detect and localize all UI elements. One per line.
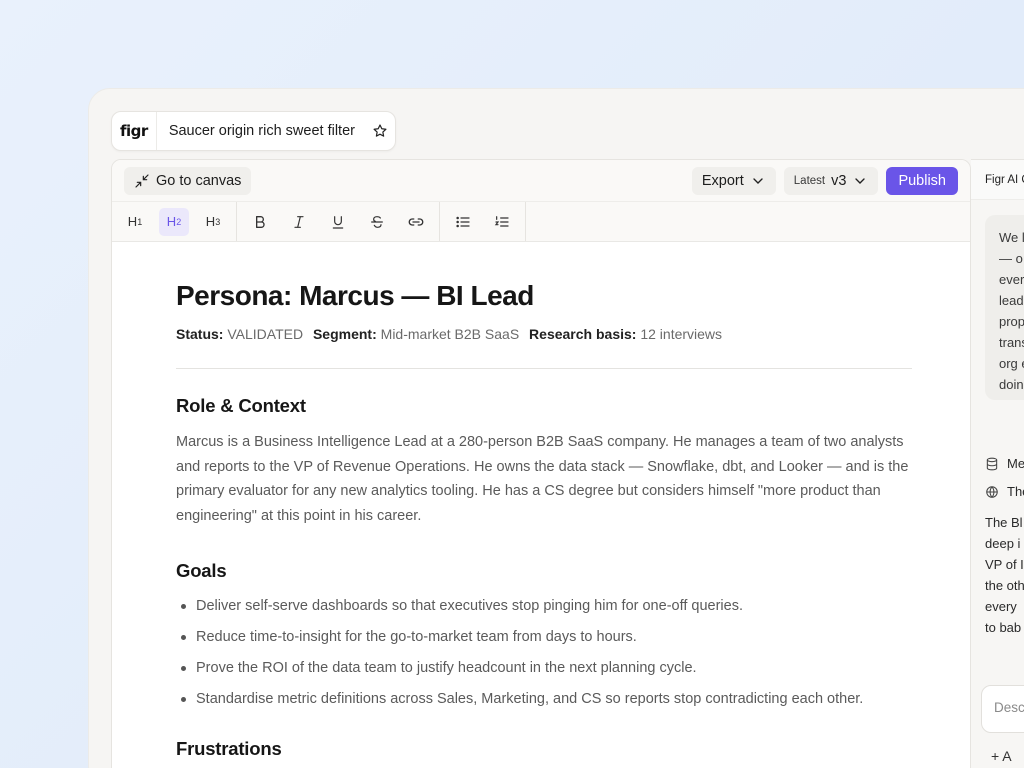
- numbered-list-icon[interactable]: [487, 208, 517, 236]
- frustrations-heading[interactable]: Frustrations: [176, 738, 912, 760]
- research-basis-value: 12 interviews: [640, 326, 723, 342]
- goals-heading[interactable]: Goals: [176, 560, 912, 582]
- document-body: Persona: Marcus — BI Lead Status: VALIDA…: [176, 280, 912, 760]
- editor-panel: Go to canvas Export Latest v3 Publish H1…: [111, 159, 971, 768]
- response-line: to bab: [985, 620, 1022, 635]
- underline-icon[interactable]: [323, 208, 353, 236]
- response-line: VP of I: [985, 557, 1024, 572]
- goals-list: Deliver self-serve dashboards so that ex…: [176, 596, 912, 709]
- formatting-toolbar: H1 H2 H3: [112, 202, 970, 242]
- export-label: Export: [701, 172, 744, 189]
- message-line: ever: [999, 272, 1024, 287]
- message-line: We l: [999, 230, 1024, 245]
- source-row[interactable]: Me: [985, 456, 1024, 471]
- response-line: the oth: [985, 578, 1024, 593]
- list-group: [440, 202, 526, 241]
- heading-3-button[interactable]: H3: [198, 208, 228, 236]
- ai-panel-title: Figr AI C: [971, 160, 1024, 200]
- segment-value: Mid-market B2B SaaS: [380, 326, 520, 342]
- publish-button[interactable]: Publish: [886, 166, 958, 195]
- database-icon: [986, 457, 998, 470]
- divider: [176, 368, 912, 369]
- heading-2-button[interactable]: H2: [159, 207, 189, 236]
- star-icon[interactable]: [365, 112, 395, 150]
- response-line: every: [985, 599, 1017, 614]
- response-line: deep i: [985, 536, 1021, 551]
- list-item[interactable]: Deliver self-serve dashboards so that ex…: [176, 596, 912, 616]
- list-item[interactable]: Standardise metric definitions across Sa…: [176, 689, 912, 709]
- list-item[interactable]: Prove the ROI of the data team to justif…: [176, 658, 912, 678]
- editor-topbar: Go to canvas Export Latest v3 Publish: [112, 160, 970, 202]
- document-title-bar: figr Saucer origin rich sweet filter: [111, 111, 396, 151]
- message-line: doin: [999, 377, 1024, 392]
- figr-logo[interactable]: figr: [112, 112, 157, 150]
- ai-prompt-input[interactable]: Desc: [981, 685, 1024, 733]
- italic-icon[interactable]: [284, 208, 314, 236]
- strikethrough-icon[interactable]: [362, 208, 392, 236]
- collapse-arrows-icon: [135, 173, 149, 188]
- link-icon[interactable]: [401, 208, 431, 236]
- bullet-list-icon[interactable]: [448, 208, 478, 236]
- research-basis-label: Research basis:: [529, 326, 637, 342]
- ai-response: The Bl deep i VP of I the oth every to b…: [985, 512, 1024, 638]
- heading-1-button[interactable]: H1: [120, 208, 150, 236]
- response-line: The Bl: [985, 515, 1023, 530]
- role-heading[interactable]: Role & Context: [176, 395, 912, 417]
- version-label: v3: [831, 172, 847, 189]
- thinking-row[interactable]: The: [985, 484, 1024, 499]
- page-title[interactable]: Persona: Marcus — BI Lead: [176, 280, 912, 312]
- latest-tag: Latest: [793, 174, 826, 187]
- heading-group: H1 H2 H3: [112, 202, 237, 241]
- message-line: prop: [999, 314, 1024, 329]
- chevron-down-icon: [753, 177, 763, 184]
- list-item[interactable]: Reduce time-to-insight for the go-to-mar…: [176, 627, 912, 647]
- segment-label: Segment:: [312, 326, 377, 342]
- source-label: Me: [1007, 456, 1024, 471]
- version-selector[interactable]: Latest v3: [783, 166, 879, 195]
- chevron-down-icon: [855, 177, 866, 184]
- message-line: org e: [999, 356, 1024, 371]
- thinking-label: The: [1007, 484, 1024, 499]
- message-line: lead: [999, 293, 1024, 308]
- message-line: — o: [999, 251, 1023, 266]
- message-line: trans: [999, 335, 1024, 350]
- persona-meta: Status: VALIDATED Segment: Mid-market B2…: [176, 326, 912, 342]
- status-value: VALIDATED: [227, 326, 304, 342]
- go-to-canvas-label: Go to canvas: [156, 172, 242, 189]
- ai-assistant-panel: Figr AI C We l — o ever lead prop trans …: [971, 159, 1024, 768]
- bold-icon[interactable]: [245, 208, 275, 236]
- export-button[interactable]: Export: [691, 166, 776, 195]
- go-to-canvas-button[interactable]: Go to canvas: [124, 166, 252, 195]
- status-label: Status:: [176, 326, 224, 342]
- document-title[interactable]: Saucer origin rich sweet filter: [157, 123, 365, 139]
- add-attachment-button[interactable]: + A: [991, 748, 1012, 764]
- globe-icon: [986, 485, 998, 498]
- role-paragraph[interactable]: Marcus is a Business Intelligence Lead a…: [176, 430, 912, 528]
- user-message-bubble: We l — o ever lead prop trans org e doin: [985, 215, 1024, 400]
- text-style-group: [237, 202, 440, 241]
